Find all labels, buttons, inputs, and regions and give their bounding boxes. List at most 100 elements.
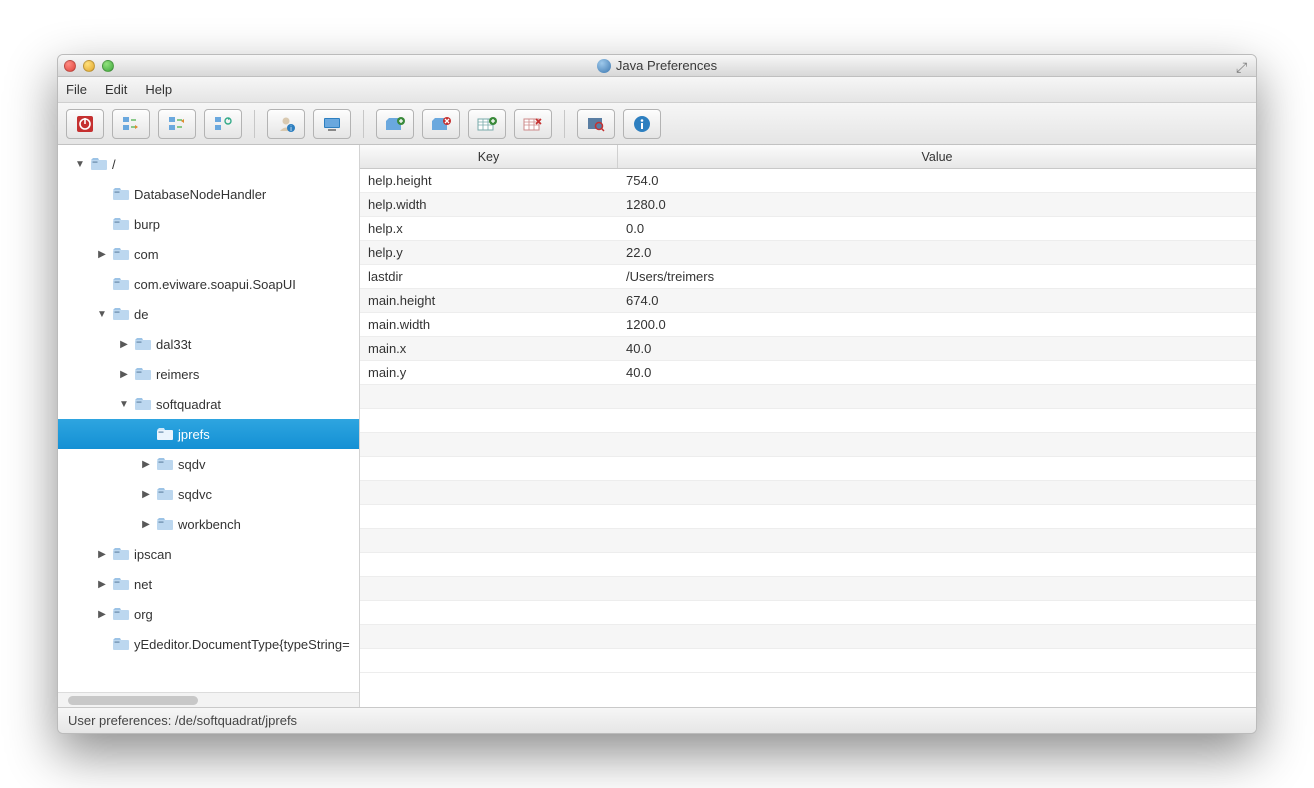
chevron-right-icon[interactable]: ▶ bbox=[96, 249, 108, 260]
table-row-empty bbox=[360, 505, 1256, 529]
statusbar: User preferences: /de/softquadrat/jprefs bbox=[58, 707, 1256, 733]
table-row[interactable]: main.x40.0 bbox=[360, 337, 1256, 361]
tree-node[interactable]: ▶ net bbox=[58, 569, 359, 599]
table-row[interactable]: help.y22.0 bbox=[360, 241, 1256, 265]
menu-help[interactable]: Help bbox=[145, 82, 172, 97]
table-body[interactable]: help.height754.0help.width1280.0help.x0.… bbox=[360, 169, 1256, 707]
folder-icon bbox=[112, 637, 130, 651]
tree-node[interactable]: ▶ipscan bbox=[58, 539, 359, 569]
tree-node[interactable]: ▶workbench bbox=[58, 509, 359, 539]
column-header-value[interactable]: Value bbox=[618, 145, 1256, 168]
tree-node[interactable]: ▶dal33t bbox=[58, 329, 359, 359]
toolbar-separator bbox=[564, 110, 565, 138]
content-area: ▼/DatabaseNodeHandlerburp ▶ com com.eviware… bbox=[58, 145, 1256, 707]
system-prefs-button[interactable] bbox=[313, 109, 351, 139]
cell-key: help.x bbox=[360, 221, 618, 236]
tree-node-label: com bbox=[134, 247, 159, 262]
folder-icon bbox=[112, 577, 130, 591]
table-row[interactable]: lastdir/Users/treimers bbox=[360, 265, 1256, 289]
close-icon[interactable] bbox=[64, 60, 76, 72]
folder-icon bbox=[156, 487, 174, 501]
tree-node-label: reimers bbox=[156, 367, 199, 382]
minimize-icon[interactable] bbox=[83, 60, 95, 72]
folder-icon bbox=[156, 517, 174, 531]
tree-node[interactable]: ▶ reimers bbox=[58, 359, 359, 389]
table-row[interactable]: help.x0.0 bbox=[360, 217, 1256, 241]
menu-file[interactable]: File bbox=[66, 82, 87, 97]
chevron-right-icon[interactable]: ▶ bbox=[96, 549, 108, 560]
table-row-empty bbox=[360, 409, 1256, 433]
tree-panel: ▼/DatabaseNodeHandlerburp ▶ com com.eviware… bbox=[58, 145, 360, 707]
user-prefs-button[interactable]: i bbox=[267, 109, 305, 139]
remove-row-button[interactable] bbox=[514, 109, 552, 139]
tree-node[interactable]: ▼de bbox=[58, 299, 359, 329]
cell-value: /Users/treimers bbox=[618, 269, 1256, 284]
folder-icon bbox=[134, 367, 152, 381]
tree-node-label: yEdeditor.DocumentType{typeString= bbox=[134, 637, 350, 652]
tree-node[interactable]: com.eviware.soapui.SoapUI bbox=[58, 269, 359, 299]
chevron-down-icon[interactable]: ▼ bbox=[118, 399, 130, 410]
table-row[interactable]: main.y40.0 bbox=[360, 361, 1256, 385]
tree-import-button[interactable] bbox=[158, 109, 196, 139]
chevron-right-icon[interactable]: ▶ bbox=[140, 459, 152, 470]
tree-node[interactable]: DatabaseNodeHandler bbox=[58, 179, 359, 209]
app-icon bbox=[597, 59, 611, 73]
tree-export-button[interactable] bbox=[112, 109, 150, 139]
toolbar: i bbox=[58, 103, 1256, 145]
tree-node[interactable]: ▶ com bbox=[58, 239, 359, 269]
tree-node[interactable]: yEdeditor.DocumentType{typeString= bbox=[58, 629, 359, 659]
scrollbar-thumb[interactable] bbox=[68, 696, 198, 705]
add-row-button[interactable] bbox=[468, 109, 506, 139]
toolbar-separator bbox=[254, 110, 255, 138]
tree-node-label: jprefs bbox=[178, 427, 210, 442]
chevron-right-icon[interactable]: ▶ bbox=[140, 519, 152, 530]
table-row[interactable]: help.height754.0 bbox=[360, 169, 1256, 193]
power-button[interactable] bbox=[66, 109, 104, 139]
cell-key: main.height bbox=[360, 293, 618, 308]
tree-node-label: com.eviware.soapui.SoapUI bbox=[134, 277, 296, 292]
tree-node[interactable]: burp bbox=[58, 209, 359, 239]
chevron-right-icon[interactable]: ▶ bbox=[96, 609, 108, 620]
cell-value: 1280.0 bbox=[618, 197, 1256, 212]
folder-icon bbox=[112, 277, 130, 291]
chevron-right-icon[interactable]: ▶ bbox=[140, 489, 152, 500]
zoom-icon[interactable] bbox=[102, 60, 114, 72]
remove-node-button[interactable] bbox=[422, 109, 460, 139]
column-header-key[interactable]: Key bbox=[360, 145, 618, 168]
table-row-empty bbox=[360, 457, 1256, 481]
folder-icon bbox=[156, 457, 174, 471]
tree-node[interactable]: ▶org bbox=[58, 599, 359, 629]
table-row[interactable]: main.width1200.0 bbox=[360, 313, 1256, 337]
table-row[interactable]: main.height674.0 bbox=[360, 289, 1256, 313]
chevron-down-icon[interactable]: ▼ bbox=[74, 159, 86, 170]
folder-icon bbox=[112, 247, 130, 261]
tree-node[interactable]: ▶ sqdv bbox=[58, 449, 359, 479]
folder-icon bbox=[112, 187, 130, 201]
chevron-down-icon[interactable]: ▼ bbox=[96, 309, 108, 320]
horizontal-scrollbar[interactable] bbox=[58, 692, 359, 707]
add-node-button[interactable] bbox=[376, 109, 414, 139]
tree-node[interactable]: jprefs bbox=[58, 419, 359, 449]
chevron-right-icon[interactable]: ▶ bbox=[118, 339, 130, 350]
folder-icon bbox=[134, 337, 152, 351]
folder-icon bbox=[90, 157, 108, 171]
cell-value: 0.0 bbox=[618, 221, 1256, 236]
chevron-right-icon[interactable]: ▶ bbox=[96, 579, 108, 590]
info-button[interactable] bbox=[623, 109, 661, 139]
fullscreen-icon[interactable]: ⤢ bbox=[1236, 59, 1250, 73]
chevron-right-icon[interactable]: ▶ bbox=[118, 369, 130, 380]
tree-node-label: net bbox=[134, 577, 152, 592]
tree-node[interactable]: ▼/ bbox=[58, 149, 359, 179]
cell-key: lastdir bbox=[360, 269, 618, 284]
tree-refresh-button[interactable] bbox=[204, 109, 242, 139]
tree-node-label: softquadrat bbox=[156, 397, 221, 412]
search-button[interactable] bbox=[577, 109, 615, 139]
tree[interactable]: ▼/DatabaseNodeHandlerburp ▶ com com.eviware… bbox=[58, 145, 359, 692]
tree-node-label: sqdvc bbox=[178, 487, 212, 502]
tree-node[interactable]: ▶ sqdvc bbox=[58, 479, 359, 509]
tree-node[interactable]: ▼ softquadrat bbox=[58, 389, 359, 419]
folder-icon bbox=[112, 307, 130, 321]
menu-edit[interactable]: Edit bbox=[105, 82, 127, 97]
tree-node-label: sqdv bbox=[178, 457, 205, 472]
table-row[interactable]: help.width1280.0 bbox=[360, 193, 1256, 217]
